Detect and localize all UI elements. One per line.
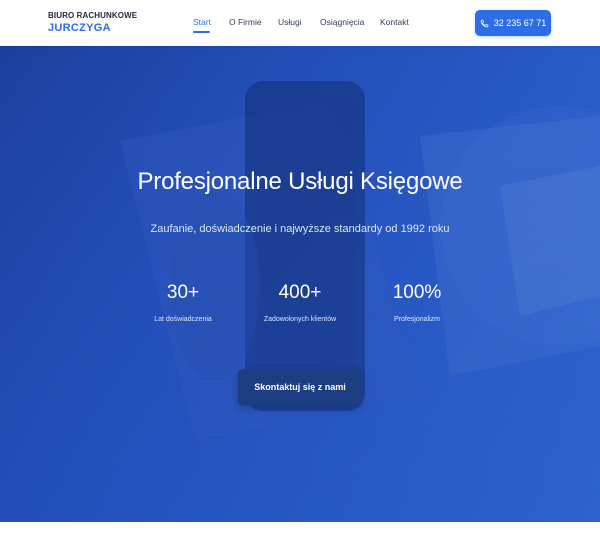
stat-value: 100% <box>392 282 442 303</box>
nav-link-osiagniecia[interactable]: Osiągnięcia <box>320 17 364 27</box>
phone-button[interactable]: 32 235 67 71 <box>475 10 551 36</box>
hero-section: Profesjonalne Usługi Księgowe Zaufanie, … <box>0 46 600 522</box>
stat-value: 400+ <box>278 282 322 303</box>
phone-number: 32 235 67 71 <box>493 18 547 28</box>
nav-link-uslugi[interactable]: Usługi <box>278 17 302 27</box>
logo-line-bottom: JURCZYGA <box>48 22 111 34</box>
phone-icon <box>480 19 488 27</box>
next-section <box>0 522 600 560</box>
hero-subtitle: Zaufanie, doświadczenie i najwyższe stan… <box>150 223 450 235</box>
nav-link-kontakt[interactable]: Kontakt <box>380 17 409 27</box>
site-header: BIURO RACHUNKOWE JURCZYGA Start O Firmie… <box>0 0 600 46</box>
stat-label: Profesjonalizm <box>394 316 440 323</box>
hero-title: Profesjonalne Usługi Księgowe <box>137 168 463 195</box>
logo-line-top: BIURO RACHUNKOWE <box>48 11 138 20</box>
stat-professionalism: 100% Profesjonalizm <box>357 282 477 323</box>
nav-link-start[interactable]: Start <box>193 17 211 27</box>
nav-link-o-firmie[interactable]: O Firmie <box>229 17 262 27</box>
stat-label: Lat doświadczenia <box>154 316 212 323</box>
contact-cta-button[interactable]: Skontaktuj się z nami <box>238 369 362 405</box>
stat-label: Zadowolonych klientów <box>263 316 337 323</box>
stat-clients: 400+ Zadowolonych klientów <box>240 282 360 323</box>
stat-value: 30+ <box>166 282 200 303</box>
stat-years: 30+ Lat doświadczenia <box>123 282 243 323</box>
nav-active-indicator <box>193 31 210 33</box>
logo[interactable]: BIURO RACHUNKOWE JURCZYGA <box>48 12 137 34</box>
